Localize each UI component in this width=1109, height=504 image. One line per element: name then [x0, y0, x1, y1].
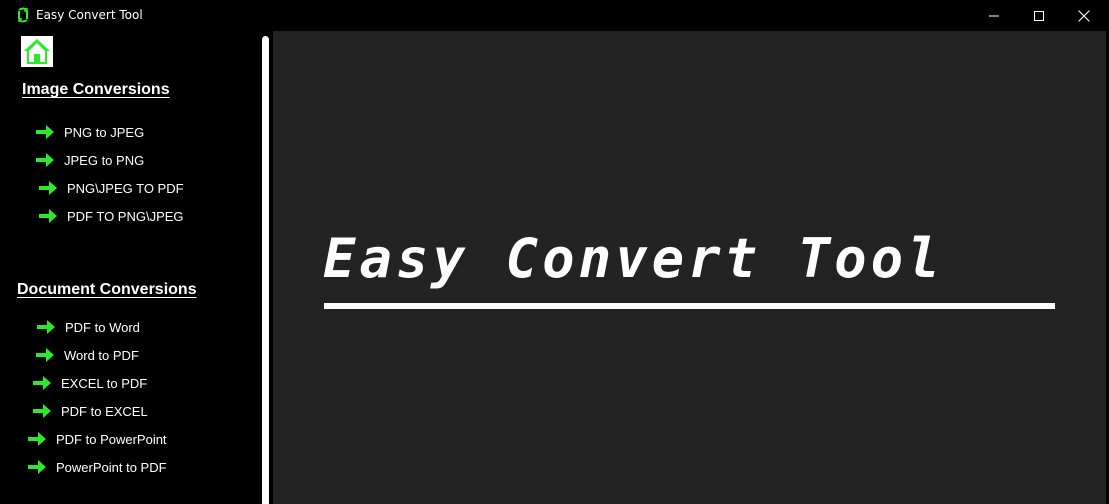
right-arrow-icon	[33, 376, 51, 390]
nav-item-label: PDF to EXCEL	[61, 403, 148, 419]
home-button[interactable]	[21, 36, 53, 67]
minimize-button[interactable]	[971, 0, 1017, 31]
main-panel: Easy Convert Tool	[273, 31, 1106, 504]
right-arrow-icon	[33, 404, 51, 418]
right-arrow-icon	[28, 460, 46, 474]
nav-item-label: Word to PDF	[64, 347, 139, 363]
nav-pdf-to-excel[interactable]: PDF to EXCEL	[33, 401, 148, 421]
nav-png-jpeg-to-pdf[interactable]: PNG\JPEG TO PDF	[39, 178, 184, 198]
nav-item-label: PNG to JPEG	[64, 124, 145, 140]
right-arrow-icon	[39, 181, 57, 195]
nav-item-label: PDF to PowerPoint	[56, 431, 167, 447]
maximize-icon	[1034, 10, 1044, 21]
title-bar: Easy Convert Tool	[0, 0, 1109, 31]
right-arrow-icon	[28, 432, 46, 446]
nav-item-label: PNG\JPEG TO PDF	[67, 180, 184, 196]
nav-excel-to-pdf[interactable]: EXCEL to PDF	[33, 373, 147, 393]
nav-item-label: PDF to Word	[65, 319, 140, 335]
right-arrow-icon	[36, 348, 54, 362]
minimize-icon	[989, 15, 999, 16]
image-conversions-heading: Image Conversions	[22, 81, 170, 98]
document-conversions-heading: Document Conversions	[17, 281, 197, 298]
app-sync-icon	[18, 7, 28, 23]
close-button[interactable]	[1061, 0, 1107, 31]
close-icon	[1078, 10, 1090, 21]
nav-jpeg-to-png[interactable]: JPEG to PNG	[36, 150, 144, 170]
nav-item-label: JPEG to PNG	[64, 152, 145, 168]
nav-pdf-to-png-jpeg[interactable]: PDF TO PNG\JPEG	[39, 206, 184, 226]
nav-powerpoint-to-pdf[interactable]: PowerPoint to PDF	[28, 457, 167, 477]
maximize-button[interactable]	[1016, 0, 1062, 31]
sidebar-scrollbar[interactable]	[262, 36, 269, 504]
nav-png-to-jpeg[interactable]: PNG to JPEG	[36, 122, 144, 142]
nav-pdf-to-powerpoint[interactable]: PDF to PowerPoint	[28, 429, 167, 449]
nav-pdf-to-word[interactable]: PDF to Word	[37, 317, 140, 337]
home-icon	[24, 39, 50, 64]
window-title: Easy Convert Tool	[36, 8, 143, 22]
title-underline	[324, 303, 1055, 309]
right-arrow-icon	[36, 125, 54, 139]
nav-item-label: EXCEL to PDF	[61, 375, 148, 391]
right-arrow-icon	[39, 209, 57, 223]
sidebar: Image Conversions PNG to JPEG JPEG to PN…	[0, 31, 262, 504]
nav-word-to-pdf[interactable]: Word to PDF	[36, 345, 139, 365]
right-arrow-icon	[37, 320, 55, 334]
app-title-heading: Easy Convert Tool	[323, 227, 944, 290]
nav-item-label: PDF TO PNG\JPEG	[67, 208, 184, 224]
nav-item-label: PowerPoint to PDF	[56, 459, 167, 475]
right-arrow-icon	[36, 153, 54, 167]
